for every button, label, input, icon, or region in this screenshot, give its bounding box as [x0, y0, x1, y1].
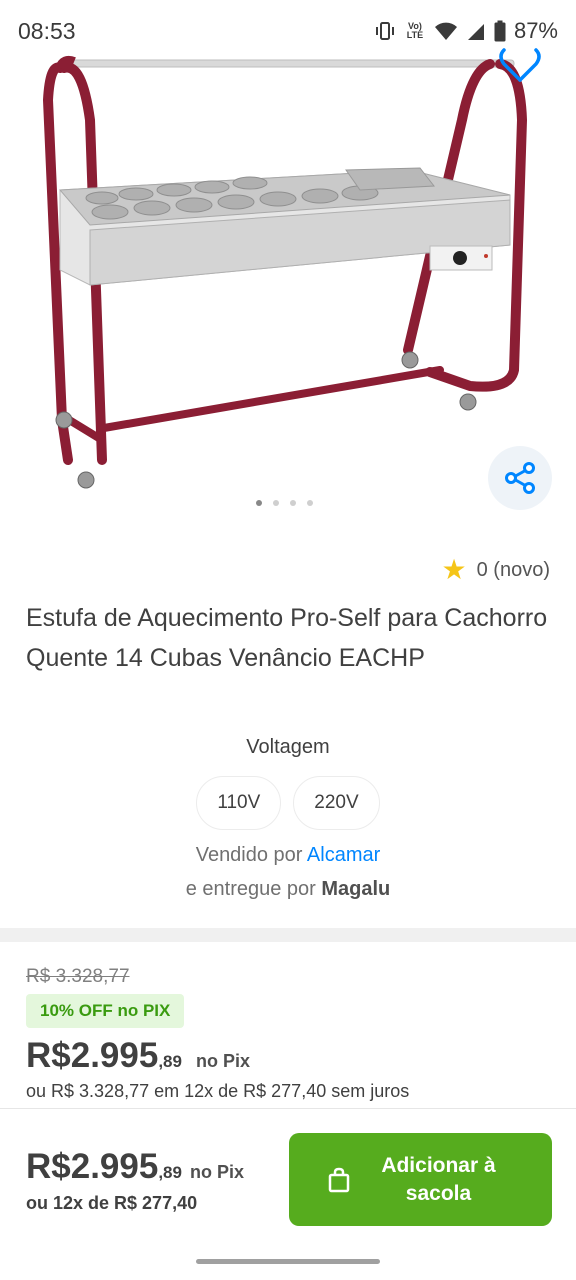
- star-icon: ★: [441, 554, 467, 585]
- share-button[interactable]: [488, 446, 552, 510]
- bottom-price-main: R$2.995: [26, 1147, 159, 1186]
- delivered-by: e entregue por Magalu: [0, 878, 576, 901]
- bottom-price-cents: ,89: [158, 1163, 182, 1182]
- rating-text: 0 (novo): [476, 558, 550, 581]
- bottom-bar: R$2.995 ,89 no Pix ou 12x de R$ 277,40 A…: [0, 1108, 576, 1250]
- price-main: R$2.995: [26, 1036, 159, 1075]
- sold-by: Vendido por Alcamar: [0, 844, 576, 867]
- carousel-dot[interactable]: [290, 500, 296, 506]
- bottom-price: R$2.995 ,89 no Pix: [26, 1147, 244, 1187]
- sold-by-prefix: Vendido por: [195, 844, 307, 866]
- signal-icon: [467, 24, 484, 40]
- product-rating[interactable]: ★ 0 (novo): [442, 556, 550, 584]
- installments-text: ou R$ 3.328,77 em 12x de R$ 277,40 sem j…: [26, 1081, 410, 1101]
- battery-icon: [494, 20, 506, 42]
- home-indicator[interactable]: [196, 1259, 380, 1264]
- old-price: R$ 3.328,77: [26, 966, 130, 987]
- delivered-by-name: Magalu: [321, 878, 391, 900]
- vibrate-icon: [375, 22, 394, 40]
- seller-link[interactable]: Alcamar: [307, 844, 380, 866]
- voltage-options: 110V 220V: [0, 776, 576, 830]
- product-title: Estufa de Aquecimento Pro-Self para Cach…: [26, 604, 548, 672]
- share-icon: [505, 462, 535, 494]
- price-method: no Pix: [195, 1051, 250, 1071]
- carousel-dot[interactable]: [307, 500, 313, 506]
- price: R$2.995 ,89 no Pix: [26, 1036, 250, 1076]
- carousel-indicator: [256, 500, 313, 506]
- voltage-option-220v[interactable]: 220V: [293, 776, 380, 830]
- voltage-option-110v[interactable]: 110V: [196, 776, 282, 830]
- wifi-icon: [434, 22, 457, 40]
- lte-label: Vo) LTE: [406, 21, 424, 40]
- price-cents: ,89: [158, 1052, 182, 1071]
- product-image[interactable]: [30, 40, 540, 500]
- discount-badge: 10% OFF no PIX: [26, 994, 185, 1028]
- bottom-price-method: no Pix: [189, 1162, 244, 1182]
- section-divider: [0, 928, 576, 942]
- voltage-label: Voltagem: [246, 736, 330, 758]
- add-to-bag-label: Adicionar à sacola: [381, 1153, 496, 1205]
- heart-icon[interactable]: [496, 44, 544, 84]
- add-to-bag-button[interactable]: Adicionar à sacola: [289, 1133, 552, 1226]
- shopping-bag-icon: [328, 1167, 349, 1192]
- bottom-installments: ou 12x de R$ 277,40: [26, 1193, 198, 1213]
- carousel-dot[interactable]: [256, 500, 262, 506]
- carousel-dot[interactable]: [273, 500, 279, 506]
- delivered-by-prefix: e entregue por: [185, 878, 322, 900]
